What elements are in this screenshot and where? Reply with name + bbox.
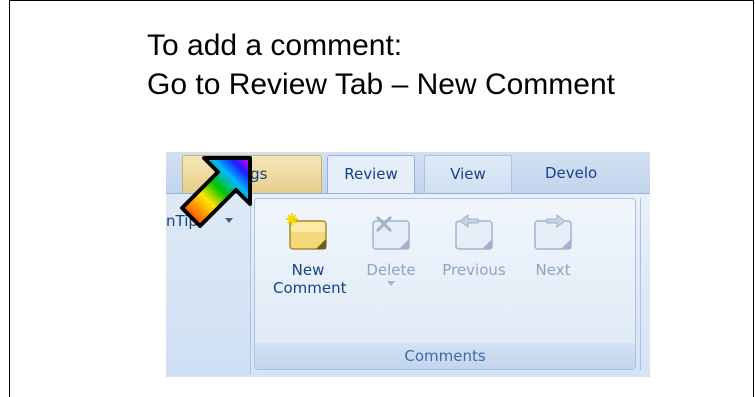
comments-group-label: Comments xyxy=(255,343,635,369)
delete-comment-icon xyxy=(372,215,410,250)
button-label: Next xyxy=(535,261,571,279)
new-comment-icon xyxy=(286,213,327,250)
button-label: Previous xyxy=(442,261,506,279)
comments-group: New Comment Delete Previous Next Comment… xyxy=(254,198,636,370)
tab-label: Review xyxy=(344,165,398,183)
tab-view[interactable]: View xyxy=(424,155,512,193)
next-comment-button[interactable]: Next xyxy=(523,213,583,279)
slide-title: To add a comment: Go to Review Tab – New… xyxy=(147,26,615,104)
new-comment-button[interactable]: New Comment xyxy=(273,213,347,297)
ribbon-group-right xyxy=(640,198,650,370)
tab-review[interactable]: Review xyxy=(327,155,415,193)
tab-label: View xyxy=(450,165,486,183)
next-comment-icon xyxy=(534,214,572,250)
tab-label: Develo xyxy=(545,164,598,182)
title-line-1: To add a comment: xyxy=(147,29,403,62)
delete-comment-button[interactable]: Delete xyxy=(355,213,427,286)
button-label: Comment xyxy=(273,279,347,297)
tab-developer[interactable]: Develo xyxy=(521,155,650,193)
button-label: New xyxy=(291,261,325,279)
previous-comment-icon xyxy=(455,214,493,250)
button-label: Delete xyxy=(366,261,416,279)
rainbow-arrow-cursor-icon xyxy=(180,156,252,228)
chevron-down-icon xyxy=(387,281,395,286)
previous-comment-button[interactable]: Previous xyxy=(430,213,518,279)
title-line-2: Go to Review Tab – New Comment xyxy=(147,68,615,101)
